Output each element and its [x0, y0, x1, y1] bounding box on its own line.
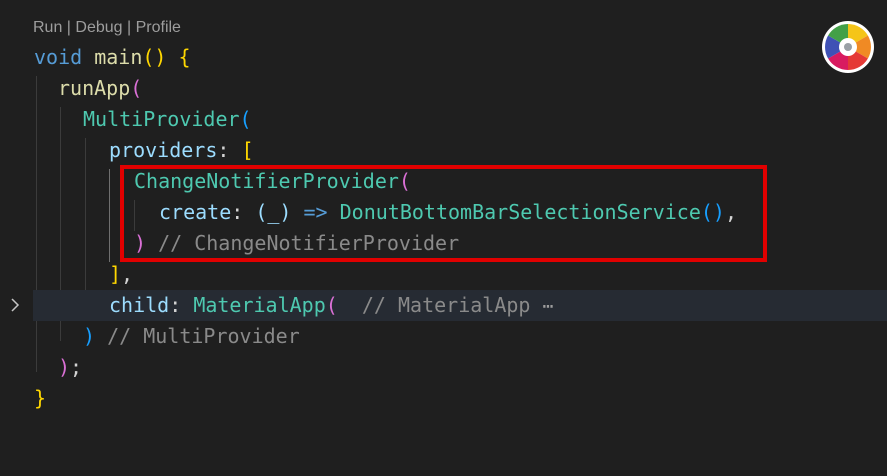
code-line-12[interactable]: }: [0, 383, 887, 414]
paren: (: [325, 293, 338, 317]
code-line-3[interactable]: MultiProvider(: [0, 104, 887, 135]
function-main: main: [94, 45, 143, 69]
code-line-9[interactable]: child: MaterialApp( // MaterialApp ⋯: [0, 290, 887, 321]
code-line-11[interactable]: );: [0, 352, 887, 383]
color-wheel-icon[interactable]: [821, 20, 875, 74]
class-materialapp: MaterialApp: [193, 293, 326, 317]
folded-ellipsis[interactable]: ⋯: [543, 296, 554, 317]
bracket: [: [241, 138, 254, 162]
class-multiprovider: MultiProvider: [83, 107, 240, 131]
code-line-1[interactable]: void main() {: [0, 42, 887, 73]
comment: // MaterialApp: [337, 293, 531, 317]
code-line-2[interactable]: runApp(: [0, 73, 887, 104]
property-providers: providers: [109, 138, 218, 162]
paren: ): [58, 355, 71, 379]
comment: // MultiProvider: [95, 324, 300, 348]
colon: :: [169, 293, 194, 317]
brace: {: [166, 45, 191, 69]
colon: :: [217, 138, 242, 162]
comma: ,: [121, 262, 134, 286]
paren: ): [83, 324, 96, 348]
semicolon: ;: [70, 355, 83, 379]
property-child: child: [109, 293, 170, 317]
paren: (: [130, 76, 143, 100]
brace: }: [34, 386, 47, 410]
paren: (: [239, 107, 252, 131]
chevron-right-icon[interactable]: [7, 297, 23, 313]
code-line-8[interactable]: ],: [0, 259, 887, 290]
bracket: ]: [109, 262, 122, 286]
code-line-4[interactable]: providers: [: [0, 135, 887, 166]
highlight-annotation-box: [120, 165, 767, 262]
codelens-run-debug-profile[interactable]: Run | Debug | Profile: [33, 18, 181, 38]
paren: (): [142, 45, 167, 69]
function-runapp: runApp: [58, 76, 131, 100]
code-line-10[interactable]: ) // MultiProvider: [0, 321, 887, 352]
keyword-void: void: [34, 45, 83, 69]
